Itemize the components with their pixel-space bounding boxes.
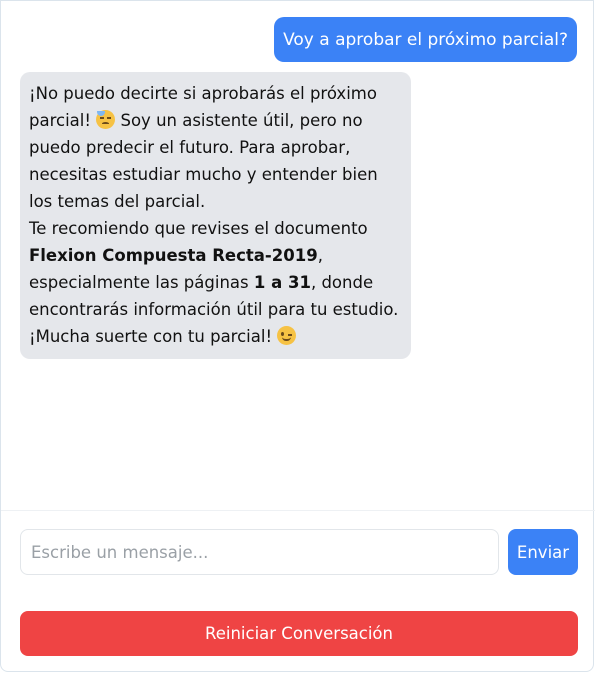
page-range: 1 a 31 xyxy=(253,273,311,292)
bot-message-bubble: ¡No puedo decirte si aprobarás el próxim… xyxy=(20,72,411,359)
chat-window: Voy a aprobar el próximo parcial? ¡No pu… xyxy=(0,0,595,672)
send-button[interactable]: Enviar xyxy=(508,529,578,575)
user-message-text: Voy a aprobar el próximo parcial? xyxy=(283,30,568,50)
bot-message-text-5: especialmente las páginas xyxy=(29,273,249,292)
user-message-bubble: Voy a aprobar el próximo parcial? xyxy=(274,17,577,62)
winking-face-icon xyxy=(277,326,297,345)
bot-message-text-3: Te recomiendo que revises el documento xyxy=(29,219,368,238)
composer-divider xyxy=(1,510,595,511)
message-list: Voy a aprobar el próximo parcial? ¡No pu… xyxy=(1,1,595,511)
document-name: Flexion Compuesta Recta-2019 xyxy=(29,246,318,265)
reset-conversation-button[interactable]: Reiniciar Conversación xyxy=(20,611,578,656)
composer: Enviar xyxy=(20,529,578,575)
message-input[interactable] xyxy=(20,529,499,575)
downcast-face-with-sweat-icon xyxy=(96,110,116,129)
bot-message-comma: , xyxy=(317,246,323,265)
